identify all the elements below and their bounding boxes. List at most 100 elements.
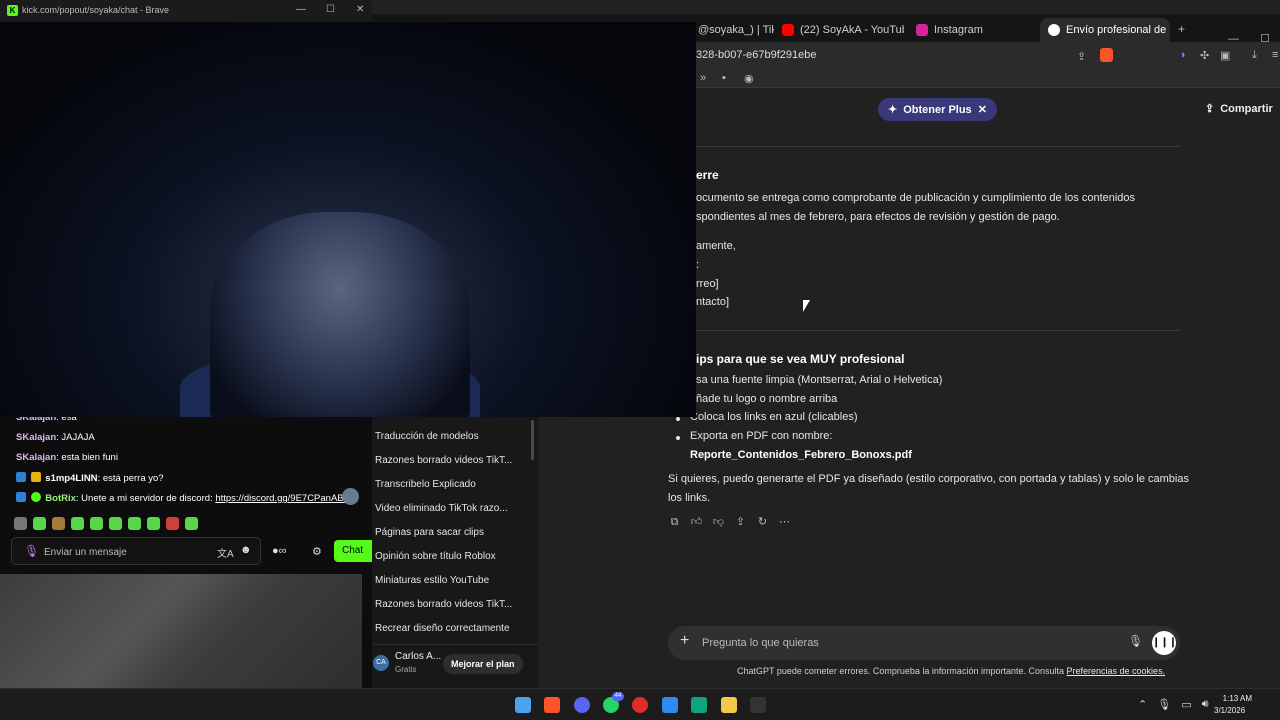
paragraph: Si quieres, puedo generarte el PDF ya di… xyxy=(668,473,1189,485)
gear-icon[interactable]: ⚙ xyxy=(312,545,322,558)
menu-icon[interactable]: ≡ xyxy=(1272,49,1278,61)
tab-label: Envío profesional de lin xyxy=(1066,24,1170,36)
chat-username[interactable]: SKalajan xyxy=(16,432,56,443)
chat-username[interactable]: BotRix xyxy=(45,493,76,504)
send-chat-button[interactable]: Chat xyxy=(334,540,372,562)
new-tab-icon[interactable]: + xyxy=(1178,22,1185,36)
brave-shield-icon[interactable] xyxy=(1100,48,1113,62)
notepad-icon[interactable] xyxy=(662,697,678,713)
emote-row xyxy=(14,517,198,530)
emote-icon[interactable] xyxy=(52,517,65,530)
chat-history-item[interactable]: Miniaturas estilo YouTube xyxy=(375,575,489,586)
user-menu[interactable]: CA Carlos A... Gratis Mejorar el plan xyxy=(363,644,539,688)
tab-youtube[interactable]: (22) SoyAkA - YouTube xyxy=(774,18,904,42)
badge-icon xyxy=(16,472,26,482)
tab-chatgpt[interactable]: Envío profesional de lin ✕ xyxy=(1040,18,1170,42)
clock-time[interactable]: 1:13 AM xyxy=(1222,694,1252,703)
emote-icon[interactable] xyxy=(33,517,46,530)
media-player-icon[interactable] xyxy=(632,697,648,713)
chat-history-item[interactable]: Transcribelo Explicado xyxy=(375,479,476,490)
emote-icon[interactable] xyxy=(109,517,122,530)
scrollbar[interactable] xyxy=(531,420,534,460)
display-icon[interactable]: ▭ xyxy=(1181,698,1191,711)
volume-icon[interactable]: 🔊︎ xyxy=(1202,698,1209,711)
chat-username[interactable]: s1mp4LINN xyxy=(45,473,97,484)
translate-icon[interactable]: 文A xyxy=(217,545,234,560)
sidebar-toggle-icon[interactable]: ▣ xyxy=(1220,49,1230,62)
emote-icon[interactable] xyxy=(128,517,141,530)
stream-video[interactable] xyxy=(0,22,696,417)
tab-tiktok[interactable]: @soyaka_) | TikTok xyxy=(690,18,774,42)
emote-icon[interactable] xyxy=(90,517,103,530)
youtube-icon xyxy=(782,24,794,36)
chat-text: está perra yo? xyxy=(100,473,164,484)
chat-history-item[interactable]: Razones borrado videos TikT... xyxy=(375,455,512,466)
more-icon[interactable]: ⋯ xyxy=(778,516,791,529)
url-text[interactable]: 328-b007-e67b9f291ebe xyxy=(696,49,817,61)
voice-mode-button[interactable]: ❙❙❙ xyxy=(1152,631,1177,655)
close-icon[interactable]: ✕ xyxy=(978,103,987,116)
paragraph: ocumento se entrega como comprobante de … xyxy=(696,192,1136,204)
upgrade-plan-button[interactable]: Mejorar el plan xyxy=(443,654,523,674)
extensions-icon[interactable]: ✣ xyxy=(1200,49,1209,62)
more-bookmarks-icon[interactable]: » xyxy=(700,72,706,84)
emote-icon[interactable] xyxy=(147,517,160,530)
bookmark-icon[interactable]: ◉ xyxy=(744,72,754,85)
minimize-icon[interactable]: — xyxy=(296,4,306,15)
system-tray: ⌃ 🎙︎ ▭ 🔊︎ xyxy=(1138,698,1209,711)
chat-text: Unete a mi servidor de discord: xyxy=(78,493,216,504)
share-button[interactable]: ⇪ Compartir xyxy=(1205,102,1273,116)
share-message-icon[interactable]: ⇪ xyxy=(734,516,747,529)
cookie-preferences-link[interactable]: Preferencias de cookies. xyxy=(1067,666,1166,676)
chat-username[interactable]: SKalajan xyxy=(16,452,56,463)
bullet xyxy=(676,417,680,421)
microphone-icon[interactable]: 🎙︎ xyxy=(1157,698,1171,711)
user-plan: Gratis xyxy=(395,665,417,674)
emoji-icon[interactable]: ☻ xyxy=(240,544,252,556)
close-icon[interactable]: ✕ xyxy=(356,4,364,15)
chat-history-item[interactable]: Recrear diseño correctamente xyxy=(375,623,510,634)
chat-history-item[interactable]: Razones borrado videos TikT... xyxy=(375,599,512,610)
sparkle-icon: ✦ xyxy=(888,104,898,116)
file-explorer-icon[interactable] xyxy=(721,697,737,713)
channel-points-icon[interactable]: ●∞ xyxy=(272,545,287,557)
emote-icon[interactable] xyxy=(14,517,27,530)
chat-history-item[interactable]: Páginas para sacar clips xyxy=(375,527,484,538)
chat-input[interactable] xyxy=(44,544,204,560)
avatar: CA xyxy=(373,655,389,671)
chat-text: JAJAJA xyxy=(58,432,95,443)
prompt-input[interactable] xyxy=(702,634,1102,652)
clock-date[interactable]: 3/1/2026 xyxy=(1214,706,1245,715)
windows-start-icon[interactable] xyxy=(515,697,531,713)
notification-badge: 44 xyxy=(612,692,624,701)
regenerate-icon[interactable]: ↻ xyxy=(756,516,769,529)
microphone-icon[interactable]: 🎙︎ xyxy=(1128,634,1143,648)
emote-icon[interactable] xyxy=(71,517,84,530)
discord-icon[interactable] xyxy=(574,697,590,713)
share-page-icon[interactable]: ⇪ xyxy=(1077,50,1086,63)
chatgpt-icon[interactable] xyxy=(691,697,707,713)
tab-instagram[interactable]: Instagram xyxy=(908,18,1038,42)
leo-icon[interactable]: ◗ xyxy=(1180,49,1187,61)
plus-icon[interactable]: + xyxy=(680,632,689,650)
chat-history-item[interactable]: Video eliminado TikTok razo... xyxy=(375,503,508,514)
chat-history-item[interactable]: Traducción de modelos xyxy=(375,431,479,442)
chat-input-container[interactable]: 🎙︎ 文A ☻ xyxy=(11,537,261,565)
emote-icon[interactable] xyxy=(185,517,198,530)
composer[interactable]: + 🎙︎ ❙❙❙ xyxy=(668,626,1180,660)
brave-icon[interactable] xyxy=(544,697,560,713)
title-bar: K kick.com/popout/soyaka/chat - Brave — … xyxy=(0,0,372,22)
chevron-up-icon[interactable]: ⌃ xyxy=(1138,698,1147,711)
copy-icon[interactable]: ⧉ xyxy=(668,516,681,529)
thumbs-down-icon[interactable]: 👎︎ xyxy=(712,516,725,529)
microphone-icon[interactable]: 🎙︎ xyxy=(24,544,39,558)
bookmark-icon[interactable]: ▪ xyxy=(722,72,726,84)
thumbs-up-icon[interactable]: 👍︎ xyxy=(690,516,703,529)
maximize-icon[interactable]: ☐ xyxy=(326,4,335,15)
download-icon[interactable]: ⤓ xyxy=(1252,49,1257,62)
chat-link[interactable]: https://discord.gg/9E7CPanABY xyxy=(215,493,350,504)
chat-history-item[interactable]: Opinión sobre título Roblox xyxy=(375,551,496,562)
get-plus-button[interactable]: ✦ Obtener Plus ✕ xyxy=(878,98,997,121)
app-icon[interactable] xyxy=(750,697,766,713)
emote-icon[interactable] xyxy=(166,517,179,530)
